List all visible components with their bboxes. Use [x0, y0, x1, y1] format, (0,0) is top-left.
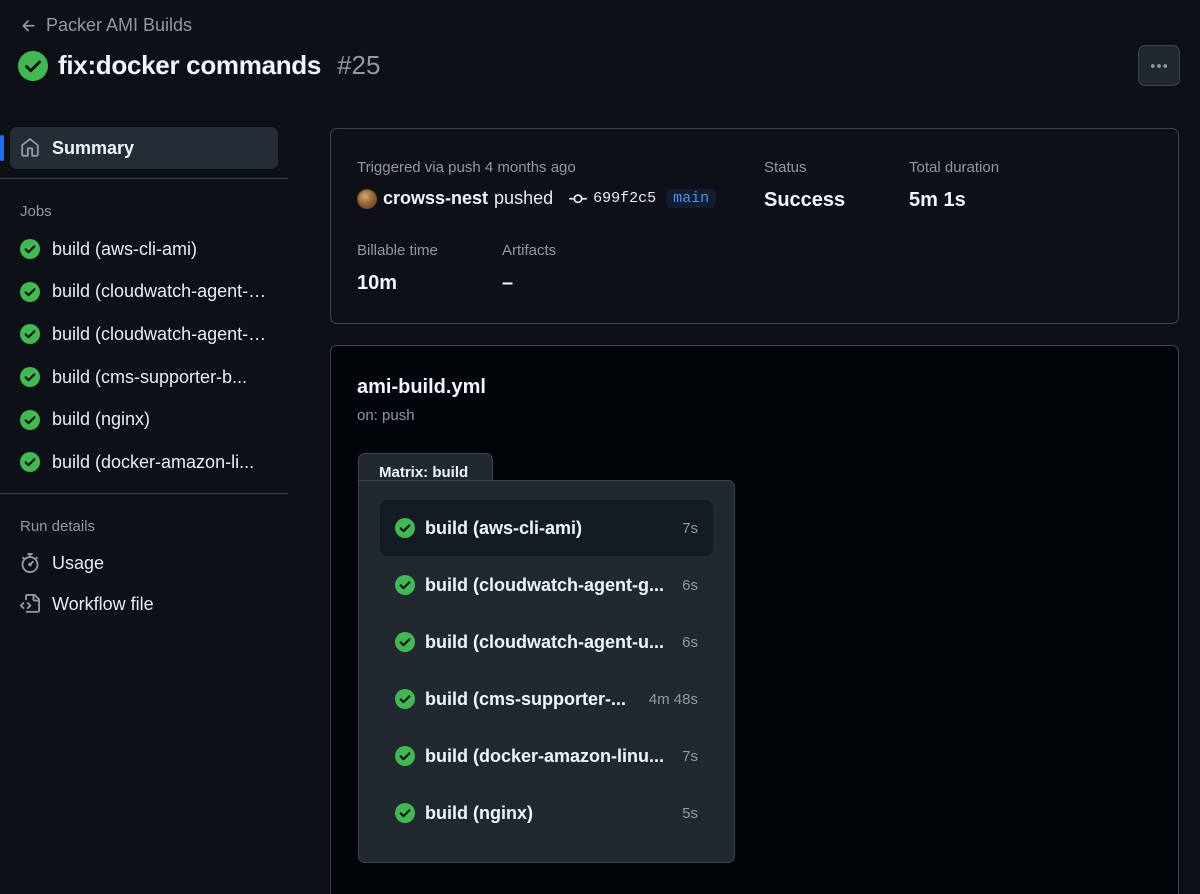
- billable-value: 10m: [357, 272, 398, 294]
- arrow-left-icon: [22, 19, 35, 31]
- matrix-job-duration: 6s: [682, 633, 698, 651]
- sidebar-job-label: build (docker-amazon-li...: [52, 451, 255, 472]
- sidebar-job-item[interactable]: build (cloudwatch-agent-u...: [0, 313, 288, 356]
- workflow-graph-card: ami-build.yml on: push Matrix: build bui…: [330, 345, 1179, 894]
- sidebar-item-workflow-file[interactable]: Workflow file: [0, 584, 288, 625]
- matrix-job-item[interactable]: build (docker-amazon-linu... 7s: [380, 728, 713, 784]
- matrix-job-duration: 7s: [682, 747, 698, 765]
- git-commit-icon: [569, 193, 588, 203]
- matrix-job-duration: 5s: [682, 804, 698, 822]
- matrix-job-item[interactable]: build (nginx) 5s: [380, 785, 713, 841]
- matrix-job-duration: 7s: [682, 519, 698, 537]
- sidebar-job-label: build (aws-cli-ami): [52, 238, 198, 259]
- check-circle-icon: [20, 409, 40, 430]
- workflow-trigger: on: push: [357, 407, 415, 424]
- sidebar-item-label: Usage: [52, 552, 105, 573]
- sidebar-item-summary[interactable]: Summary: [0, 127, 278, 169]
- trigger-info: crowss-nest pushed 699f2c5 main: [357, 188, 717, 209]
- matrix-job-label: build (docker-amazon-linu...: [425, 745, 665, 766]
- duration-label: Total duration: [909, 159, 1000, 176]
- triggered-label: Triggered via push 4 months ago: [357, 159, 576, 176]
- home-icon: [21, 138, 39, 157]
- commit-sha: 699f2c5: [593, 190, 657, 207]
- sidebar-job-item[interactable]: build (aws-cli-ami): [0, 228, 288, 271]
- matrix-job-duration: 6s: [682, 576, 698, 594]
- matrix-job-duration: 4m 48s: [648, 690, 698, 708]
- check-circle-icon: [395, 803, 415, 823]
- sidebar-job-item[interactable]: build (cms-supporter-b...: [0, 356, 288, 399]
- branch-badge[interactable]: main: [666, 189, 717, 208]
- sidebar-job-label: build (nginx): [52, 409, 151, 430]
- check-circle-icon: [20, 239, 40, 260]
- check-circle-icon: [395, 632, 415, 652]
- back-link-label: Packer AMI Builds: [46, 15, 193, 35]
- kebab-horizontal-icon: [1150, 63, 1168, 68]
- sidebar-item-label: Summary: [52, 137, 135, 158]
- check-circle-icon: [395, 518, 415, 538]
- avatar[interactable]: [357, 188, 377, 209]
- page-title: fix:docker commands: [58, 50, 322, 80]
- sidebar-job-item[interactable]: build (docker-amazon-li...: [0, 441, 288, 484]
- sidebar-job-item[interactable]: build (cloudwatch-agent-g...: [0, 271, 288, 314]
- matrix-group: build (aws-cli-ami) 7s build (cloudwatch…: [358, 480, 735, 863]
- file-code-icon: [20, 594, 40, 613]
- check-circle-icon: [18, 50, 48, 81]
- run-details-heading: Run details: [20, 517, 96, 535]
- actor-link[interactable]: crowss-nest: [383, 188, 488, 209]
- more-options-button[interactable]: [1138, 45, 1180, 86]
- check-circle-icon: [20, 452, 40, 473]
- sidebar-divider: [0, 492, 288, 494]
- sidebar: Summary Jobs build (aws-cli-ami) build (…: [0, 127, 288, 625]
- jobs-heading: Jobs: [20, 203, 52, 220]
- sidebar-job-label: build (cloudwatch-agent-u...: [52, 323, 272, 344]
- run-number: #25: [337, 50, 381, 80]
- matrix-job-label: build (cms-supporter-...: [425, 688, 627, 709]
- check-circle-icon: [20, 281, 40, 302]
- back-link[interactable]: Packer AMI Builds: [20, 15, 192, 36]
- run-summary-card: Triggered via push 4 months ago crowss-n…: [330, 128, 1179, 324]
- artifacts-value: –: [502, 272, 514, 294]
- status-label: Status: [764, 159, 807, 176]
- matrix-label: Matrix: build: [358, 453, 493, 483]
- check-circle-icon: [20, 324, 40, 345]
- run-title-row: fix:docker commands #25: [18, 50, 380, 81]
- matrix-job-item[interactable]: build (cloudwatch-agent-u... 6s: [380, 614, 713, 670]
- trigger-action: pushed: [494, 188, 554, 208]
- matrix-job-item[interactable]: build (cloudwatch-agent-g... 6s: [380, 557, 713, 613]
- sidebar-job-label: build (cloudwatch-agent-g...: [52, 281, 272, 302]
- matrix-job-item[interactable]: build (aws-cli-ami) 7s: [380, 500, 713, 556]
- sidebar-job-label: build (cms-supporter-b...: [52, 366, 248, 387]
- check-circle-icon: [20, 367, 40, 388]
- matrix-job-label: build (cloudwatch-agent-g...: [425, 574, 664, 595]
- matrix-job-label: build (cloudwatch-agent-u...: [425, 631, 664, 652]
- status-value: Success: [764, 189, 846, 211]
- workflow-file-name[interactable]: ami-build.yml: [357, 376, 486, 399]
- matrix-job-label: build (aws-cli-ami): [425, 517, 583, 538]
- check-circle-icon: [395, 575, 415, 595]
- matrix-job-item[interactable]: build (cms-supporter-... 4m 48s: [380, 671, 713, 727]
- sidebar-item-label: Workflow file: [52, 593, 154, 614]
- matrix-job-label: build (nginx): [425, 802, 533, 823]
- sidebar-divider: [0, 178, 288, 179]
- sidebar-item-usage[interactable]: Usage: [0, 543, 288, 584]
- billable-label: Billable time: [357, 242, 438, 259]
- commit-link[interactable]: 699f2c5: [569, 190, 656, 208]
- stopwatch-icon: [21, 553, 39, 574]
- duration-value: 5m 1s: [909, 189, 966, 211]
- sidebar-job-item[interactable]: build (nginx): [0, 398, 288, 441]
- check-circle-icon: [395, 689, 415, 709]
- artifacts-label: Artifacts: [502, 242, 557, 259]
- check-circle-icon: [395, 746, 415, 766]
